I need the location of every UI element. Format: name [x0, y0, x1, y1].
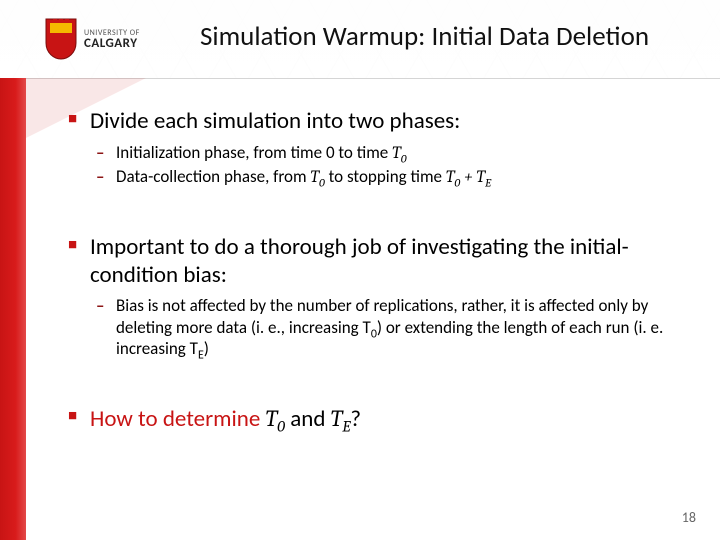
bullet-1-text: Divide each simulation into two phases: [90, 107, 460, 135]
sym-plus: + [460, 168, 476, 187]
crest-icon [44, 17, 78, 61]
bullet-1b-pre: Data-collection phase, from [116, 166, 310, 187]
bullet-2-text: Important to do a thorough job of invest… [90, 233, 629, 289]
bullet-1: Divide each simulation into two phases: [68, 108, 680, 136]
spacer-1 [68, 190, 680, 226]
bullet-3-and: and [285, 405, 331, 433]
bullet-1b-mid: to stopping time [325, 166, 446, 187]
bullet-3-pre: How to determine [90, 405, 266, 433]
sym-T0-d: T0 [266, 405, 285, 432]
slide: UNIVERSITY OF CALGARY Simulation Warmup:… [0, 0, 720, 540]
sym-sub-0-5: 0 [277, 419, 285, 437]
bullet-3: How to determine T0 and TE? [68, 405, 680, 434]
sym-T-4: T [476, 168, 485, 187]
content-area: Divide each simulation into two phases: … [68, 100, 680, 500]
bullet-1a-pre: Initialization phase, from time 0 to tim… [116, 142, 392, 163]
bullet-1b: Data-collection phase, from T0 to stoppi… [68, 166, 680, 188]
sym-TE-b: TE [331, 405, 351, 432]
sym-T-5: T [266, 405, 278, 432]
sym-sub-0-1: 0 [401, 151, 407, 165]
bullet-1a: Initialization phase, from time 0 to tim… [68, 142, 680, 164]
bullet-2a-post: ) [204, 338, 209, 359]
wordmark-bottom: CALGARY [84, 37, 140, 50]
page-number: 18 [682, 509, 696, 526]
university-logo: UNIVERSITY OF CALGARY [44, 8, 154, 70]
spacer-2 [68, 361, 680, 397]
bullet-2: Important to do a thorough job of invest… [68, 234, 680, 289]
bullet-2a: Bias is not affected by the number of re… [68, 295, 680, 359]
sym-T-1: T [392, 144, 401, 163]
sym-T0-b: T0 [310, 168, 324, 187]
sym-T-2: T [310, 168, 319, 187]
sym-sub-E-1: E [485, 175, 491, 189]
wordmark: UNIVERSITY OF CALGARY [84, 29, 140, 50]
sym-T0-c: T0 [446, 168, 460, 187]
left-red-bar [0, 78, 26, 540]
sym-T0: T0 [392, 144, 406, 163]
sym-TE: TE [476, 168, 491, 187]
sym-T-6: T [331, 405, 343, 432]
slide-title: Simulation Warmup: Initial Data Deletion [200, 20, 690, 53]
bullet-3-q: ? [350, 405, 361, 433]
